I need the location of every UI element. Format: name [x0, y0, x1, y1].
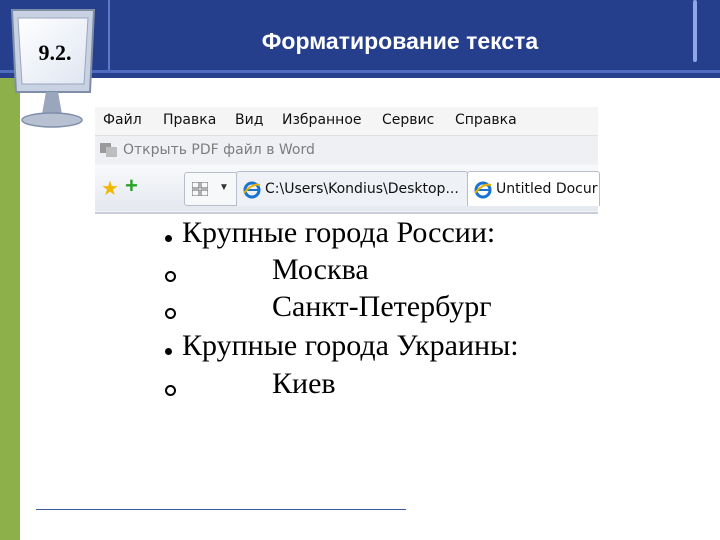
sidebar-accent-bar [0, 78, 20, 540]
list-bullet-hollow [165, 308, 176, 319]
menu-tools[interactable]: Сервис [382, 112, 434, 128]
grid-icon [192, 182, 208, 196]
list-item-level1: Крупные города Украины: [182, 329, 519, 362]
pdf-toolbar: Открыть PDF файл в Word [95, 136, 598, 164]
tab-bar: ★ + ▼ C:\Users\Kondius\Desktop... Untitl… [95, 165, 600, 211]
menu-bar: Файл Правка Вид Избранное Сервис Справка [95, 107, 598, 136]
list-bullet-hollow [165, 385, 176, 396]
section-number: 9.2. [38, 40, 72, 65]
header-underline [0, 70, 720, 73]
footer-divider [36, 509, 406, 510]
ie-icon [474, 181, 492, 199]
menu-view[interactable]: Вид [235, 112, 263, 128]
add-favorite-icon[interactable]: + [125, 175, 138, 197]
header-divider [108, 0, 110, 70]
list-item-level2: Киев [272, 367, 336, 400]
list-item-level2: Москва [272, 253, 369, 286]
tab-desktop-file[interactable]: C:\Users\Kondius\Desktop... [236, 171, 468, 206]
list-item-level1: Крупные города России: [182, 216, 496, 249]
monitor-icon [10, 9, 96, 128]
ie-icon [243, 181, 261, 199]
menu-help[interactable]: Справка [455, 112, 517, 128]
tab-label: Untitled Docur [496, 181, 598, 197]
browser-screenshot: Файл Правка Вид Избранное Сервис Справка… [95, 107, 600, 214]
menu-edit[interactable]: Правка [163, 112, 216, 128]
list-item-level2: Санкт-Петербург [272, 290, 492, 323]
quick-tabs-button[interactable]: ▼ [184, 172, 238, 206]
tab-label: C:\Users\Kondius\Desktop... [265, 181, 459, 197]
chevron-down-icon: ▼ [219, 182, 229, 193]
menu-file[interactable]: Файл [103, 112, 142, 128]
favorites-star-icon[interactable]: ★ [101, 179, 119, 199]
tab-untitled-document[interactable]: Untitled Docur [467, 171, 600, 206]
list-bullet-filled [165, 235, 172, 242]
header-decoration [693, 0, 697, 62]
list-bullet-hollow [165, 271, 176, 282]
pdf-to-word-button[interactable]: Открыть PDF файл в Word [123, 142, 315, 158]
menu-favorites[interactable]: Избранное [282, 112, 362, 128]
slide-title: Форматирование текста [261, 28, 539, 54]
list-bullet-filled [165, 348, 172, 355]
pdf-convert-icon [100, 143, 117, 157]
